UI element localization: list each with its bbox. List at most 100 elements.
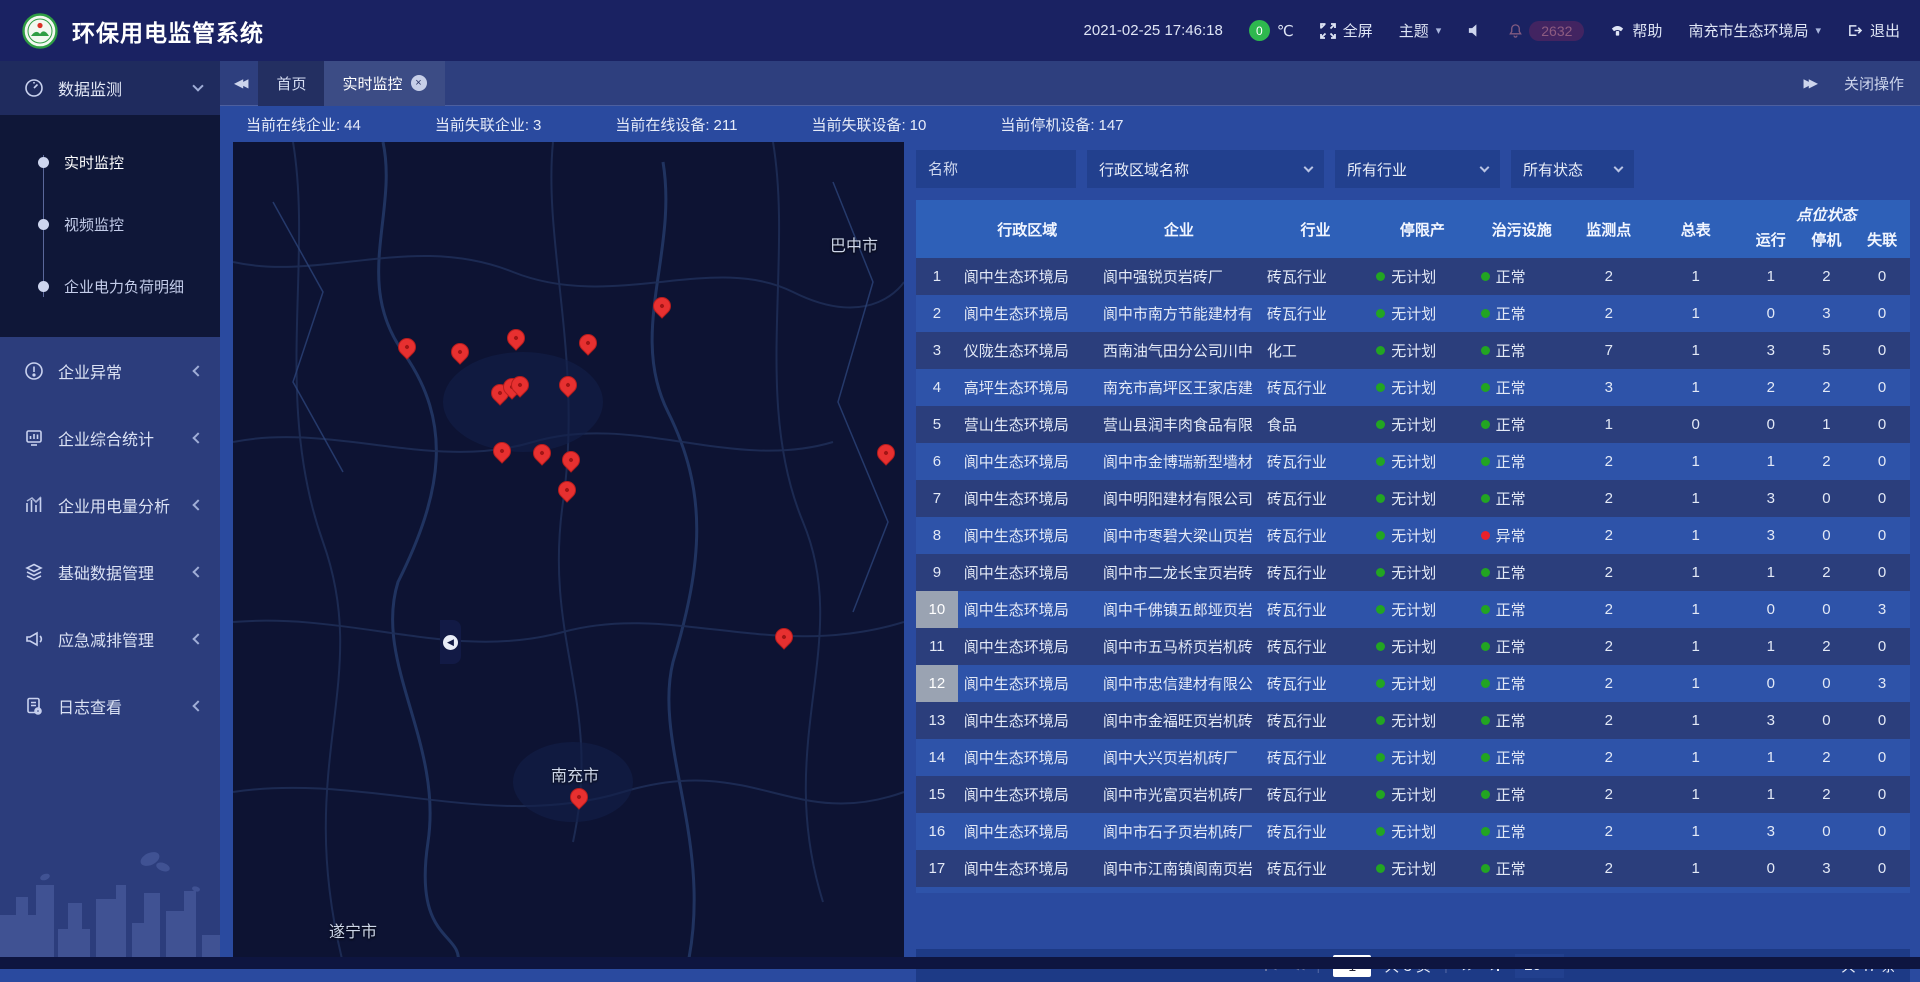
stat-label: 当前在线企业: [246,117,340,134]
status-dot [1376,531,1385,540]
cell-stop: 2 [1799,258,1855,295]
tabs-scroll-left-button[interactable]: ◀◀ [220,76,258,90]
status-dot [1376,383,1385,392]
stat-value: 211 [714,117,738,134]
table-row[interactable]: 12 阆中生态环境局 阆中市忠信建材有限公 砖瓦行业 无计划 正常 2 1 0 … [916,665,1910,702]
cell-industry: 砖瓦行业 [1261,258,1370,295]
table-row[interactable]: 10 阆中生态环境局 阆中千佛镇五郎垭页岩 砖瓦行业 无计划 正常 2 1 0 … [916,591,1910,628]
theme-dropdown[interactable]: 主题▾ [1399,20,1442,41]
table-row[interactable]: 2 阆中生态环境局 阆中市南方节能建材有 砖瓦行业 无计划 正常 2 1 0 3… [916,295,1910,332]
sidebar-item-日志查看[interactable]: 日志查看 [0,672,220,739]
cell-run: 3 [1743,517,1799,554]
cell-index: 5 [916,406,958,443]
table-row[interactable]: 6 阆中生态环境局 阆中市金博瑞新型墙材 砖瓦行业 无计划 正常 2 1 1 2… [916,443,1910,480]
tab-首页[interactable]: 首页 [258,61,324,106]
cell-facility-status: 正常 [1475,480,1569,517]
cell-company: 阆中千佛镇五郎垭页岩 [1097,591,1261,628]
sidebar-subitem-label: 企业电力负荷明细 [64,276,184,297]
layers-icon [24,562,44,582]
table-row[interactable]: 18 南部生态环境局 南部县建兴页岩砖厂 砖瓦行业 无计划 正常 2 1 0 0… [916,887,1910,893]
sidebar-subitem-实时监控[interactable]: 实时监控 [0,131,220,193]
sidebar-item-数据监测[interactable]: 数据监测 [0,61,220,115]
industry-select[interactable]: 所有行业 [1335,150,1500,188]
help-button[interactable]: 帮助 [1610,20,1662,41]
table-row[interactable]: 11 阆中生态环境局 阆中市五马桥页岩机砖 砖瓦行业 无计划 正常 2 1 1 … [916,628,1910,665]
cell-meters: 1 [1649,517,1743,554]
status-dot [1481,679,1490,688]
status-dot [1376,642,1385,651]
cell-run: 0 [1743,295,1799,332]
cell-points: 2 [1569,554,1649,591]
sidebar-item-企业用电量分析[interactable]: 企业用电量分析 [0,471,220,538]
cell-region: 阆中生态环境局 [958,443,1097,480]
col-header-industry: 行业 [1261,200,1370,258]
table-row[interactable]: 1 阆中生态环境局 阆中强锐页岩砖厂 砖瓦行业 无计划 正常 2 1 1 2 0 [916,258,1910,295]
stats-bar: 当前在线企业:44当前失联企业:3当前在线设备:211当前失联设备:10当前停机… [220,106,1920,142]
cell-company: 南部县建兴页岩砖厂 [1097,887,1261,893]
cell-facility-status: 正常 [1475,554,1569,591]
table-row[interactable]: 13 阆中生态环境局 阆中市金福旺页岩机砖 砖瓦行业 无计划 正常 2 1 3 … [916,702,1910,739]
tab-实时监控[interactable]: 实时监控 × [324,61,444,106]
cell-lost: 0 [1854,850,1910,887]
cell-stop: 2 [1799,369,1855,406]
table-row[interactable]: 7 阆中生态环境局 阆中明阳建材有限公司 砖瓦行业 无计划 正常 2 1 3 0… [916,480,1910,517]
status-select[interactable]: 所有状态 [1511,150,1634,188]
col-header-meters: 总表 [1649,200,1743,258]
tabs-scroll-right-button[interactable]: ▶▶ [1790,76,1828,90]
cell-industry: 砖瓦行业 [1261,591,1370,628]
sidebar-subitem-企业电力负荷明细[interactable]: 企业电力负荷明细 [0,255,220,317]
cell-limit-status: 无计划 [1370,295,1474,332]
sidebar-subitem-视频监控[interactable]: 视频监控 [0,193,220,255]
status-dot [1481,864,1490,873]
cell-limit-status: 无计划 [1370,850,1474,887]
table-row[interactable]: 17 阆中生态环境局 阆中市江南镇阆南页岩 砖瓦行业 无计划 正常 2 1 0 … [916,850,1910,887]
chevron-left-icon: ◀ [443,635,458,650]
col-header-points: 监测点 [1569,200,1649,258]
name-search-input[interactable] [916,150,1076,188]
sidebar-item-企业异常[interactable]: 企业异常 [0,337,220,404]
cell-industry: 砖瓦行业 [1261,776,1370,813]
cell-region: 阆中生态环境局 [958,258,1097,295]
table-row[interactable]: 8 阆中生态环境局 阆中市枣碧大梁山页岩 砖瓦行业 无计划 异常 2 1 3 0… [916,517,1910,554]
map-city-label: 南充市 [551,762,599,786]
mute-button[interactable] [1467,23,1482,38]
col-header-point-status-group: 点位状态 运行 停机 失联 [1743,200,1910,258]
table-row[interactable]: 5 营山生态环境局 营山县润丰肉食品有限 食品 无计划 正常 1 0 0 1 0 [916,406,1910,443]
table-row[interactable]: 9 阆中生态环境局 阆中市二龙长宝页岩砖 砖瓦行业 无计划 正常 2 1 1 2… [916,554,1910,591]
close-operations-button[interactable]: 关闭操作 [1844,73,1904,94]
cell-meters: 1 [1649,776,1743,813]
table-row[interactable]: 14 阆中生态环境局 阆中大兴页岩机砖厂 砖瓦行业 无计划 正常 2 1 1 2… [916,739,1910,776]
cell-region: 南部生态环境局 [958,887,1097,893]
logout-button[interactable]: 退出 [1847,20,1900,41]
sidebar-item-应急减排管理[interactable]: 应急减排管理 [0,605,220,672]
status-dot [1376,309,1385,318]
sidebar-item-基础数据管理[interactable]: 基础数据管理 [0,538,220,605]
stat-value: 10 [910,117,927,134]
table-row[interactable]: 3 仪陇生态环境局 西南油气田分公司川中 化工 无计划 正常 7 1 3 5 0 [916,332,1910,369]
cell-index: 4 [916,369,958,406]
table-row[interactable]: 16 阆中生态环境局 阆中市石子页岩机砖厂 砖瓦行业 无计划 正常 2 1 3 … [916,813,1910,850]
map-panel[interactable]: 巴中市南充市遂宁市 [233,142,904,957]
table-row[interactable]: 4 高坪生态环境局 南充市高坪区王家店建 砖瓦行业 无计划 正常 3 1 2 2… [916,369,1910,406]
status-dot [1481,346,1490,355]
user-dropdown[interactable]: 南充市生态环境局▾ [1688,20,1821,41]
enterprise-table: 行政区域 企业 行业 停限产 治污设施 监测点 总表 点位状态 运行 停机 失联… [916,200,1910,957]
chevron-down-icon [1480,162,1490,172]
speaker-icon [1467,23,1482,38]
close-icon[interactable]: × [411,75,427,91]
cell-company: 阆中市江南镇阆南页岩 [1097,850,1261,887]
sidebar-item-企业综合统计[interactable]: 企业综合统计 [0,404,220,471]
cell-company: 阆中强锐页岩砖厂 [1097,258,1261,295]
notification-badge[interactable]: 2632 [1508,21,1584,41]
region-select[interactable]: 行政区域名称 [1087,150,1324,188]
alert-icon [24,361,44,381]
cell-index: 6 [916,443,958,480]
cell-facility-status: 正常 [1475,332,1569,369]
sidebar-collapse-handle[interactable]: ◀ [440,620,461,664]
cell-facility-status: 正常 [1475,406,1569,443]
cell-lost: 0 [1854,887,1910,893]
table-row[interactable]: 15 阆中生态环境局 阆中市光富页岩机砖厂 砖瓦行业 无计划 正常 2 1 1 … [916,776,1910,813]
fullscreen-button[interactable]: 全屏 [1320,20,1373,41]
status-dot [1481,753,1490,762]
cell-run: 0 [1743,406,1799,443]
